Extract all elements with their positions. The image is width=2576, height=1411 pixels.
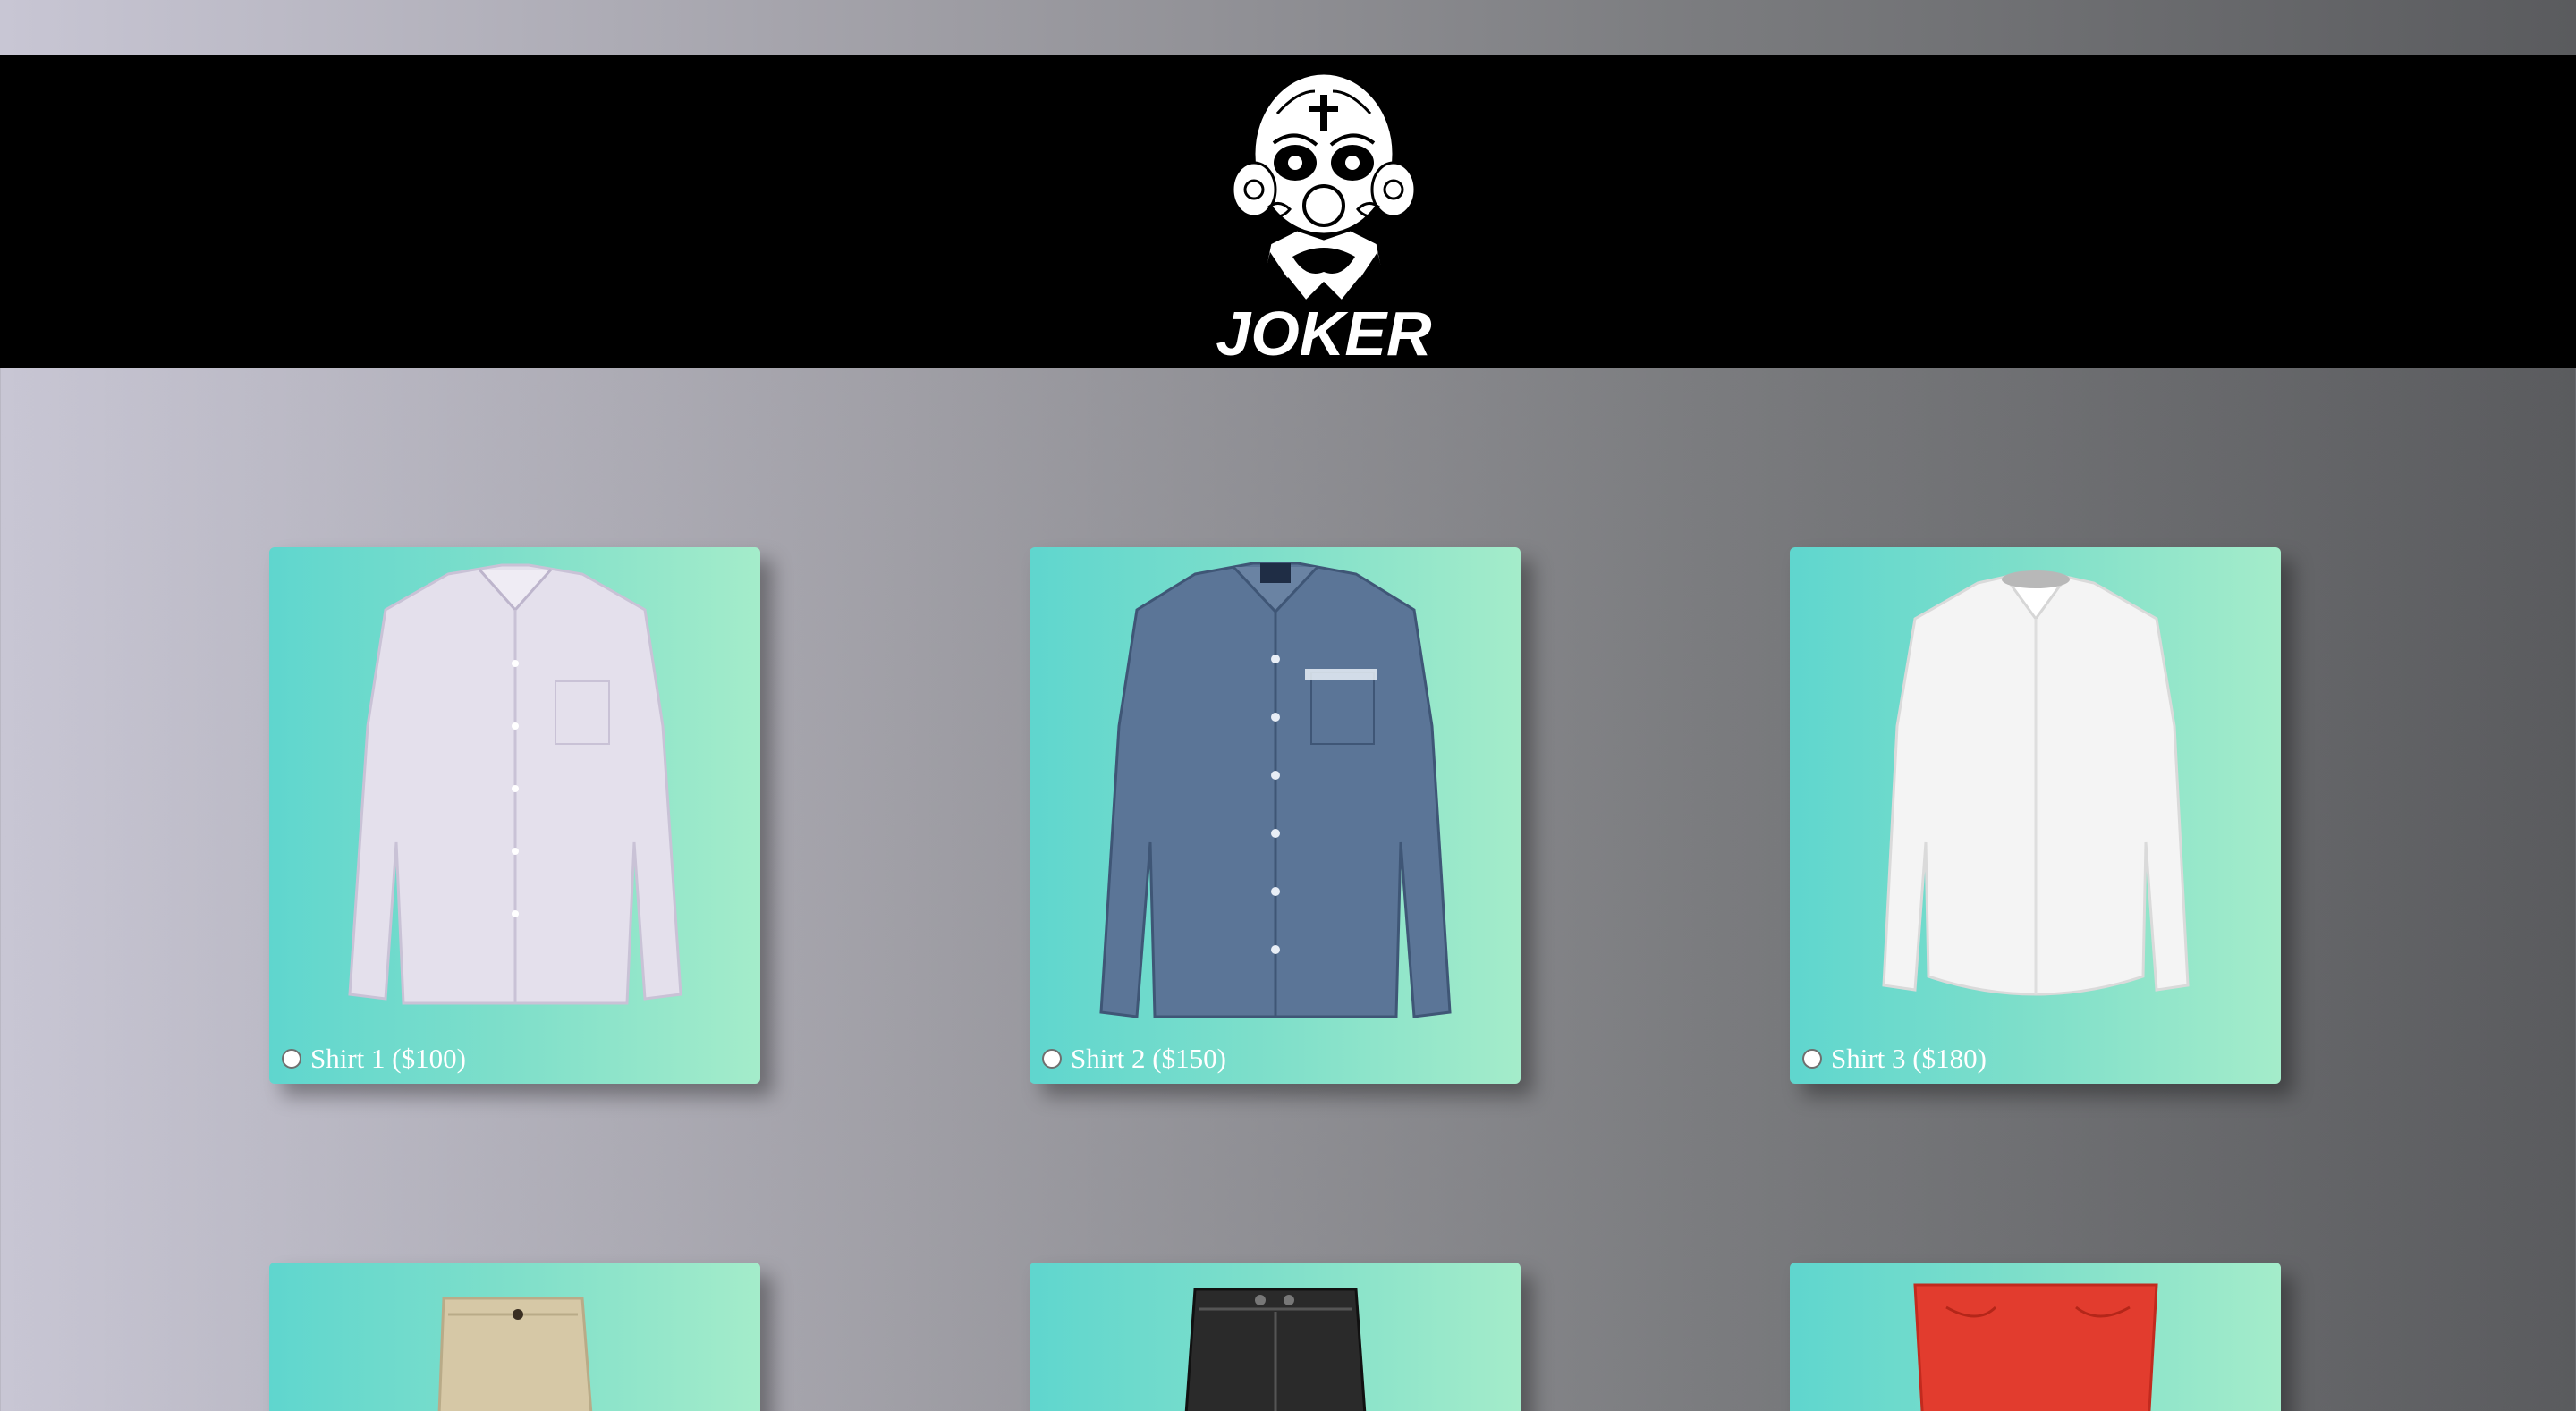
top-strip: [0, 0, 2576, 55]
beige-shorts-icon: [437, 1297, 593, 1411]
product-card-shirt-1[interactable]: Shirt 1 ($100): [269, 547, 760, 1084]
product-card-shorts-1[interactable]: [269, 1263, 760, 1411]
product-card-pants-3[interactable]: [1790, 1263, 2281, 1411]
product-card-shorts-2[interactable]: [1030, 1263, 1521, 1411]
product-card-shirt-2[interactable]: Shirt 2 ($150): [1030, 547, 1521, 1084]
lavender-dress-shirt-icon: [348, 563, 682, 1005]
product-card-shirt-3[interactable]: Shirt 3 ($180): [1790, 547, 2281, 1084]
clown-skull-icon: [1231, 72, 1417, 304]
white-dress-shirt-icon: [1882, 570, 2190, 996]
blue-chambray-shirt-icon: [1099, 562, 1452, 1018]
shirt-3-label[interactable]: Shirt 3 ($180): [1831, 1043, 1987, 1075]
shirt-2-radio[interactable]: [1042, 1049, 1062, 1069]
shirt-1-radio[interactable]: [282, 1049, 301, 1069]
shirt-2-label[interactable]: Shirt 2 ($150): [1071, 1043, 1226, 1075]
red-pants-icon: [1913, 1283, 2158, 1411]
joker-logo[interactable]: JOKER: [1208, 64, 1440, 365]
shirt-1-label[interactable]: Shirt 1 ($100): [310, 1043, 466, 1075]
shirt-3-radio[interactable]: [1802, 1049, 1822, 1069]
black-shorts-icon: [1184, 1288, 1367, 1411]
brand-name: JOKER: [1216, 299, 1432, 365]
